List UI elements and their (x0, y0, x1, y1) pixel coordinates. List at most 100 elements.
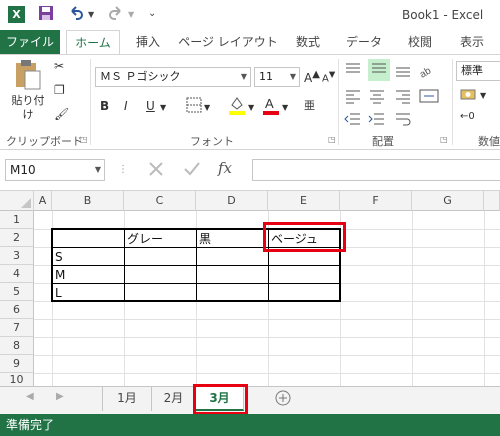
ribbon-tabs: ファイル ホーム 挿入 ページ レイアウト 数式 データ 校閲 表示 (0, 30, 500, 55)
currency-icon[interactable] (460, 87, 478, 106)
customize-qat-icon[interactable]: ⌄ (148, 8, 156, 19)
orientation-icon[interactable]: ab (418, 61, 440, 82)
row-header[interactable]: 2 (0, 229, 34, 247)
font-size-value: 11 (259, 70, 273, 83)
bold-button[interactable]: B (100, 99, 109, 113)
row-header[interactable]: 10 (0, 373, 34, 386)
sheet-tab[interactable]: 2月 (152, 387, 196, 411)
column-header[interactable]: B (52, 191, 124, 211)
align-right-icon[interactable] (394, 87, 412, 108)
cell-B5[interactable]: L (55, 284, 62, 302)
redo-dropdown-icon[interactable]: ▼ (128, 10, 134, 19)
increase-indent-icon[interactable] (368, 111, 386, 130)
grip-icon: ⋮ (118, 164, 128, 175)
row-header[interactable]: 9 (0, 355, 34, 373)
add-sheet-icon[interactable] (274, 389, 292, 410)
redo-icon[interactable] (108, 5, 124, 25)
select-all-button[interactable] (0, 191, 34, 211)
chevron-down-icon: ▼ (94, 165, 101, 174)
chevron-down-icon[interactable]: ▼ (204, 103, 210, 112)
row-header[interactable]: 4 (0, 265, 34, 283)
chevron-down-icon[interactable]: ▼ (248, 103, 254, 112)
column-header[interactable]: D (196, 191, 268, 211)
tab-home[interactable]: ホーム (66, 30, 120, 55)
sheet-tab[interactable]: 1月 (102, 387, 152, 411)
tab-file[interactable]: ファイル (0, 30, 60, 54)
cancel-icon[interactable] (146, 159, 166, 182)
column-header[interactable]: E (268, 191, 340, 211)
row-header[interactable]: 1 (0, 211, 34, 229)
cell-C2[interactable]: グレー (127, 230, 163, 248)
tab-formulas[interactable]: 数式 (286, 30, 330, 54)
insert-function-button[interactable]: fx (218, 159, 232, 177)
chevron-down-icon[interactable]: ▼ (480, 91, 486, 100)
column-header[interactable] (484, 191, 500, 211)
table-border-inner (124, 229, 125, 301)
row-header[interactable]: 6 (0, 301, 34, 319)
save-icon[interactable] (38, 5, 54, 25)
border-icon[interactable] (186, 97, 202, 116)
copy-icon[interactable]: ❐ (54, 83, 65, 97)
align-center-icon[interactable] (368, 87, 386, 108)
enter-icon[interactable] (182, 159, 202, 182)
font-launcher-icon[interactable]: ◳ (328, 135, 336, 144)
align-left-icon[interactable] (344, 87, 362, 108)
paste-button[interactable]: 貼り付け (8, 59, 48, 121)
row-header[interactable]: 8 (0, 337, 34, 355)
italic-button[interactable]: I (124, 99, 128, 113)
align-bottom-icon[interactable] (394, 61, 412, 82)
align-top-icon[interactable] (344, 61, 362, 82)
chevron-down-icon[interactable]: ▼ (282, 103, 288, 112)
gridline (484, 211, 485, 386)
column-header[interactable]: C (124, 191, 196, 211)
decrease-font-icon[interactable]: A▼ (322, 69, 335, 84)
paste-icon (16, 60, 41, 90)
scroll-right-icon[interactable]: ▶ (56, 391, 64, 402)
spreadsheet-grid: A B C D E F G 1 2 3 4 5 6 7 8 9 10 グレー 黒… (0, 190, 500, 386)
tab-insert[interactable]: 挿入 (126, 30, 170, 54)
merge-center-icon[interactable] (418, 87, 440, 108)
font-size-combo[interactable]: 11 ▼ (254, 67, 300, 87)
column-header[interactable]: A (34, 191, 52, 211)
font-color-icon[interactable]: A (262, 95, 280, 118)
font-group-label: フォント (190, 135, 234, 148)
gridline (34, 319, 500, 320)
paste-label: 貼り付け (11, 94, 45, 121)
fill-color-icon[interactable] (228, 95, 246, 118)
tab-review[interactable]: 校閲 (398, 30, 442, 54)
tab-page-layout[interactable]: ページ レイアウト (178, 30, 278, 54)
gridline (34, 373, 500, 374)
tab-view[interactable]: 表示 (450, 30, 494, 54)
tab-data[interactable]: データ (338, 30, 390, 54)
column-header[interactable]: F (340, 191, 412, 211)
clipboard-launcher-icon[interactable]: ◳ (80, 135, 88, 144)
ribbon: 貼り付け ✂ ❐ 🖌 クリップボード ◳ ＭＳ Ｐゴシック ▼ 11 ▼ A▲ … (0, 54, 500, 150)
decimal-icon[interactable]: ←0 (460, 111, 475, 122)
name-box[interactable]: M10 ▼ (5, 159, 105, 181)
align-middle-icon[interactable] (368, 59, 390, 81)
wrap-text-icon[interactable] (394, 111, 412, 130)
underline-button[interactable]: U (146, 99, 155, 113)
font-name-combo[interactable]: ＭＳ Ｐゴシック ▼ (95, 67, 251, 87)
format-painter-icon[interactable]: 🖌 (54, 107, 69, 121)
phonetic-icon[interactable]: 亜 (304, 97, 315, 113)
scroll-left-icon[interactable]: ◀ (26, 391, 34, 402)
table-border-inner (196, 229, 197, 301)
row-header[interactable]: 5 (0, 283, 34, 301)
chevron-down-icon[interactable]: ▼ (160, 103, 166, 112)
formula-input[interactable] (252, 159, 500, 181)
alignment-launcher-icon[interactable]: ◳ (440, 135, 448, 144)
number-format-combo[interactable]: 標準 (456, 61, 500, 81)
increase-font-icon[interactable]: A▲ (304, 69, 320, 85)
undo-icon[interactable] (68, 5, 84, 25)
column-header[interactable]: G (412, 191, 484, 211)
cell-D2[interactable]: 黒 (199, 230, 211, 248)
cell-B4[interactable]: M (55, 266, 65, 284)
row-header[interactable]: 3 (0, 247, 34, 265)
cell-B3[interactable]: S (55, 248, 63, 266)
decrease-indent-icon[interactable] (344, 111, 362, 130)
alignment-group-label: 配置 (372, 135, 394, 148)
cut-icon[interactable]: ✂ (54, 59, 64, 73)
row-header[interactable]: 7 (0, 319, 34, 337)
undo-dropdown-icon[interactable]: ▼ (88, 10, 94, 19)
